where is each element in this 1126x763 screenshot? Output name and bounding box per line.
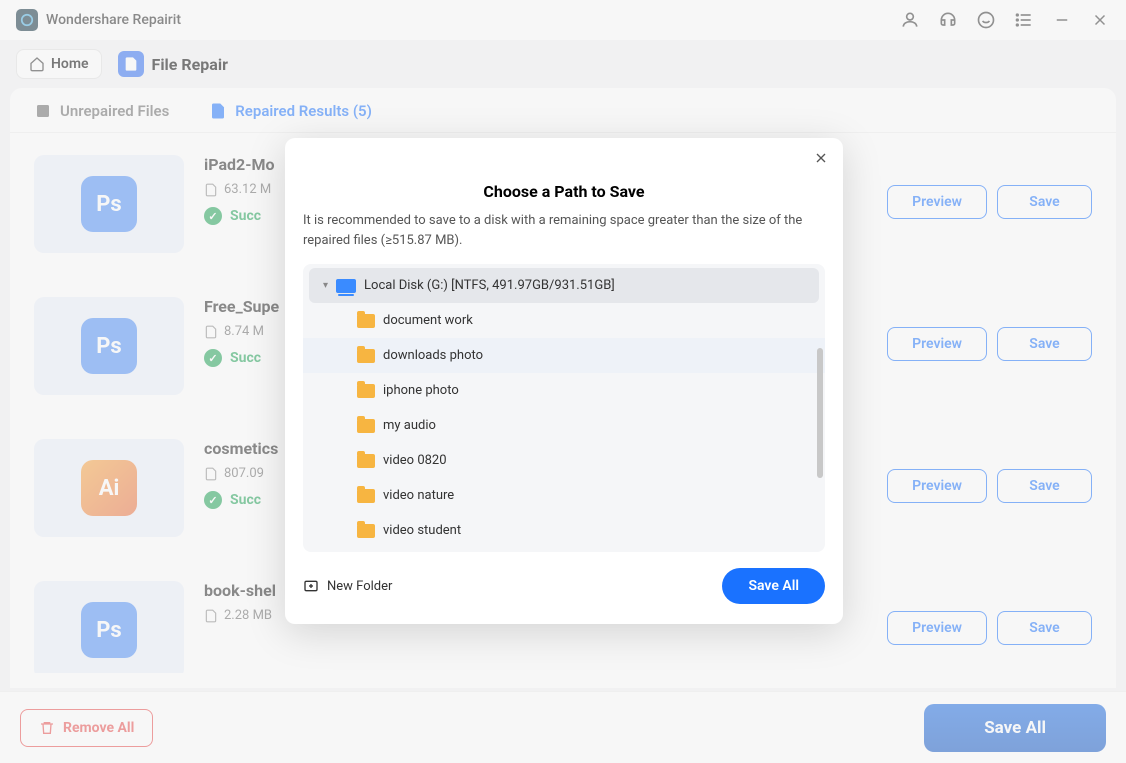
new-folder-label: New Folder (327, 579, 392, 594)
folder-item[interactable]: my audio (303, 408, 825, 443)
folder-icon (357, 419, 375, 433)
folder-icon (357, 349, 375, 363)
chevron-down-icon: ▾ (323, 280, 328, 291)
folder-icon (357, 384, 375, 398)
folder-label: video nature (383, 488, 454, 503)
folder-item[interactable]: video nature (303, 478, 825, 513)
folder-label: document work (383, 313, 473, 328)
folder-item[interactable]: document work (303, 303, 825, 338)
folder-label: downloads photo (383, 348, 483, 363)
scrollbar-thumb[interactable] (817, 348, 823, 478)
folder-label: my audio (383, 418, 436, 433)
modal-save-all-button[interactable]: Save All (722, 568, 825, 604)
folder-label: video student (383, 523, 461, 538)
modal-close-icon[interactable] (813, 150, 829, 171)
folder-item[interactable]: video student (303, 513, 825, 548)
disk-item[interactable]: ▾ Local Disk (G:) [NTFS, 491.97GB/931.51… (309, 268, 819, 303)
folder-item[interactable]: video 0820 (303, 443, 825, 478)
save-path-modal: Choose a Path to Save It is recommended … (285, 138, 843, 624)
modal-title: Choose a Path to Save (285, 182, 843, 201)
folder-icon (357, 314, 375, 328)
disk-icon (336, 279, 356, 293)
folder-icon (357, 489, 375, 503)
folder-label: video 0820 (383, 453, 447, 468)
folder-label: iphone photo (383, 383, 459, 398)
folder-item[interactable]: iphone photo (303, 373, 825, 408)
new-folder-button[interactable]: New Folder (303, 578, 392, 594)
modal-footer: New Folder Save All (285, 552, 843, 604)
folder-item[interactable]: downloads photo (303, 338, 825, 373)
folder-tree: ▾ Local Disk (G:) [NTFS, 491.97GB/931.51… (303, 264, 825, 552)
disk-label: Local Disk (G:) [NTFS, 491.97GB/931.51GB… (364, 278, 615, 293)
folder-icon (357, 524, 375, 538)
modal-description: It is recommended to save to a disk with… (285, 211, 843, 250)
folder-icon (357, 454, 375, 468)
